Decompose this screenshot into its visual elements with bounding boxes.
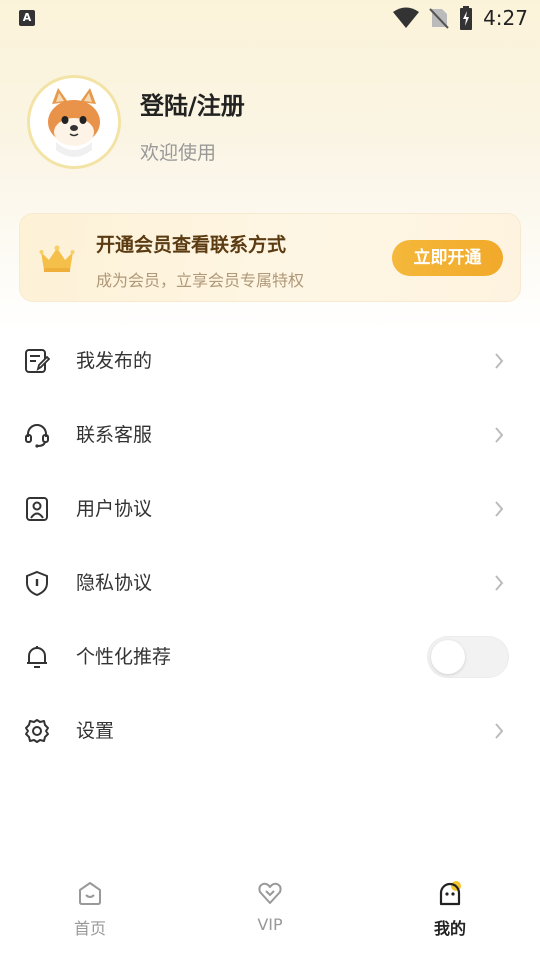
wifi-icon [393, 7, 420, 28]
menu-label: 我发布的 [76, 350, 153, 372]
avatar[interactable] [27, 75, 121, 169]
chevron-right-icon [495, 427, 504, 443]
menu-item-settings[interactable]: 设置 [0, 694, 540, 768]
menu-item-my-posts[interactable]: 我发布的 [0, 324, 540, 398]
bell-icon [27, 646, 47, 668]
nav-home[interactable]: 首页 [0, 868, 180, 960]
app-notification-icon: A [19, 10, 35, 26]
menu-item-customer-service[interactable]: 联系客服 [0, 398, 540, 472]
status-bar: A 4:27 [0, 0, 540, 36]
toggle-knob [431, 640, 465, 674]
menu-label: 联系客服 [76, 424, 153, 446]
nav-mine[interactable]: 我的 [360, 868, 540, 960]
menu-label: 个性化推荐 [76, 646, 172, 668]
chevron-right-icon [495, 723, 504, 739]
menu-item-user-agreement[interactable]: 用户协议 [0, 472, 540, 546]
vip-promo-card[interactable]: 开通会员查看联系方式 成为会员，立享会员专属特权 立即开通 [19, 213, 521, 302]
headset-icon [25, 424, 49, 448]
shiba-dog-avatar-icon [30, 78, 118, 166]
nav-label: 我的 [433, 919, 466, 938]
nav-vip[interactable]: VIP [180, 868, 360, 960]
menu-item-privacy-agreement[interactable]: 隐私协议 [0, 546, 540, 620]
welcome-text: 欢迎使用 [140, 142, 217, 164]
user-agreement-icon [26, 497, 48, 521]
gear-icon [25, 719, 49, 743]
home-icon [79, 882, 101, 905]
mine-icon [439, 881, 461, 906]
battery-icon [460, 6, 473, 30]
chevron-right-icon [495, 575, 504, 591]
vip-card-subtitle: 成为会员，立享会员专属特权 [96, 271, 305, 290]
privacy-shield-icon [26, 570, 48, 596]
chevron-right-icon [495, 501, 504, 517]
menu-list: 我发布的 联系客服 用户协议 隐私协议 个性化推荐 设置 [0, 324, 540, 768]
nav-label: VIP [257, 915, 283, 934]
menu-label: 设置 [76, 720, 115, 742]
personalized-recommendation-toggle[interactable] [427, 636, 509, 678]
crown-icon [39, 245, 75, 272]
bottom-nav: 首页 VIP 我的 [0, 868, 540, 960]
menu-label: 隐私协议 [76, 572, 153, 594]
no-sim-icon [429, 8, 449, 29]
menu-label: 用户协议 [76, 498, 153, 520]
login-register-link[interactable]: 登陆/注册 [140, 86, 245, 121]
nav-label: 首页 [73, 919, 106, 938]
open-vip-button[interactable]: 立即开通 [392, 240, 503, 276]
vip-heart-icon [258, 882, 282, 904]
chevron-right-icon [495, 353, 504, 369]
edit-note-icon [25, 349, 50, 373]
menu-item-personalized-recommendation: 个性化推荐 [0, 620, 540, 694]
status-time: 4:27 [483, 6, 528, 30]
vip-card-title: 开通会员查看联系方式 [96, 234, 287, 256]
